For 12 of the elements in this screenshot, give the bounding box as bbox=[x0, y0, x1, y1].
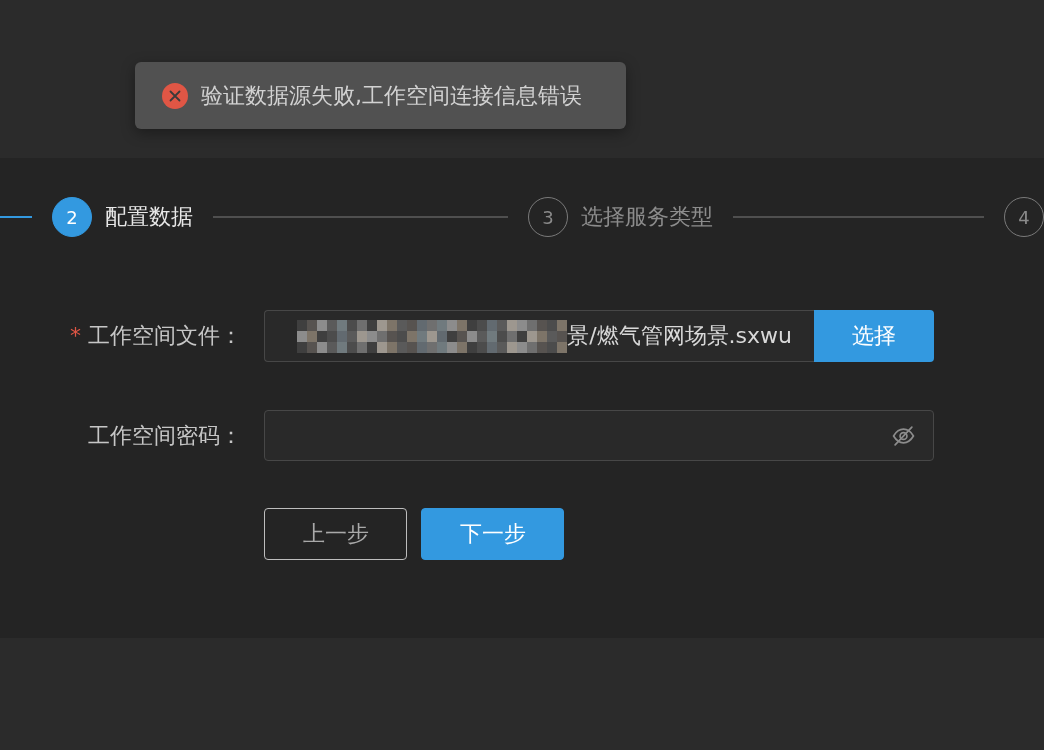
error-icon bbox=[162, 82, 188, 109]
file-path-field[interactable]: 景/燃气管网场景.sxwu bbox=[264, 310, 814, 362]
previous-step-button[interactable]: 上一步 bbox=[264, 508, 407, 560]
field-label: 工作空间文件： bbox=[88, 323, 242, 348]
step-label: 选择服务类型 bbox=[581, 203, 713, 231]
field-label: 工作空间密码： bbox=[88, 422, 242, 448]
toast-message: 验证数据源失败,工作空间连接信息错误 bbox=[201, 81, 582, 110]
password-field[interactable] bbox=[264, 410, 934, 461]
eye-slash-icon[interactable] bbox=[892, 425, 915, 446]
required-asterisk: * bbox=[70, 323, 81, 348]
step-label: 配置数据 bbox=[105, 203, 193, 231]
step-number: 2 bbox=[52, 197, 92, 237]
